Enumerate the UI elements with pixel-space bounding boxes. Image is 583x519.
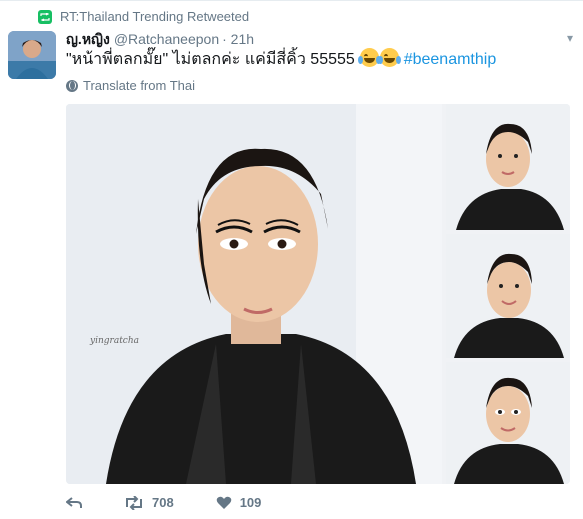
heart-icon [216,496,232,510]
retweet-context[interactable]: RT:Thailand Trending Retweeted [38,9,249,24]
photo-thumbnail-2[interactable] [446,234,570,358]
photo-thumbnail-3[interactable] [446,362,570,484]
translate-link[interactable]: Translate from Thai [66,78,195,93]
media-grid: yingratcha [66,104,570,484]
retweet-icon [38,9,52,24]
like-count: 109 [239,495,262,510]
hashtag-link[interactable]: #beenamthip [404,51,497,68]
tweet-actions: 708 109 [65,494,303,511]
user-handle[interactable]: @Ratchaneepon [114,31,219,47]
retweet-count: 708 [152,495,174,510]
photo-watermark: yingratcha [90,336,140,346]
translate-label: Translate from Thai [83,78,195,93]
globe-icon [66,79,78,92]
tweet-body: "หน้าพี่ตลกมั๊ย" ไม่ตลกค่ะ แค่มีสี่คิ้ว … [66,51,355,68]
retweet-button[interactable]: 708 [124,494,174,511]
chevron-down-icon[interactable]: ▾ [567,31,573,45]
reply-button[interactable] [65,496,82,509]
reply-icon [65,496,82,509]
photo-main[interactable]: yingratcha [66,104,442,484]
tweet[interactable]: RT:Thailand Trending Retweeted ญ.หญิง @R… [0,0,583,519]
avatar[interactable] [8,31,56,79]
tears-of-joy-emoji-icon [378,48,402,67]
like-button[interactable]: 109 [216,495,262,510]
tears-of-joy-emoji-icon [358,48,382,67]
retweet-context-label: RT:Thailand Trending Retweeted [60,9,250,24]
tweet-text: "หน้าพี่ตลกมั๊ย" ไม่ตลกค่ะ แค่มีสี่คิ้ว … [66,48,496,71]
retweet-icon [124,494,144,511]
photo-thumbnail-1[interactable] [446,104,570,230]
tweet-timestamp[interactable]: · 21h [222,31,254,47]
